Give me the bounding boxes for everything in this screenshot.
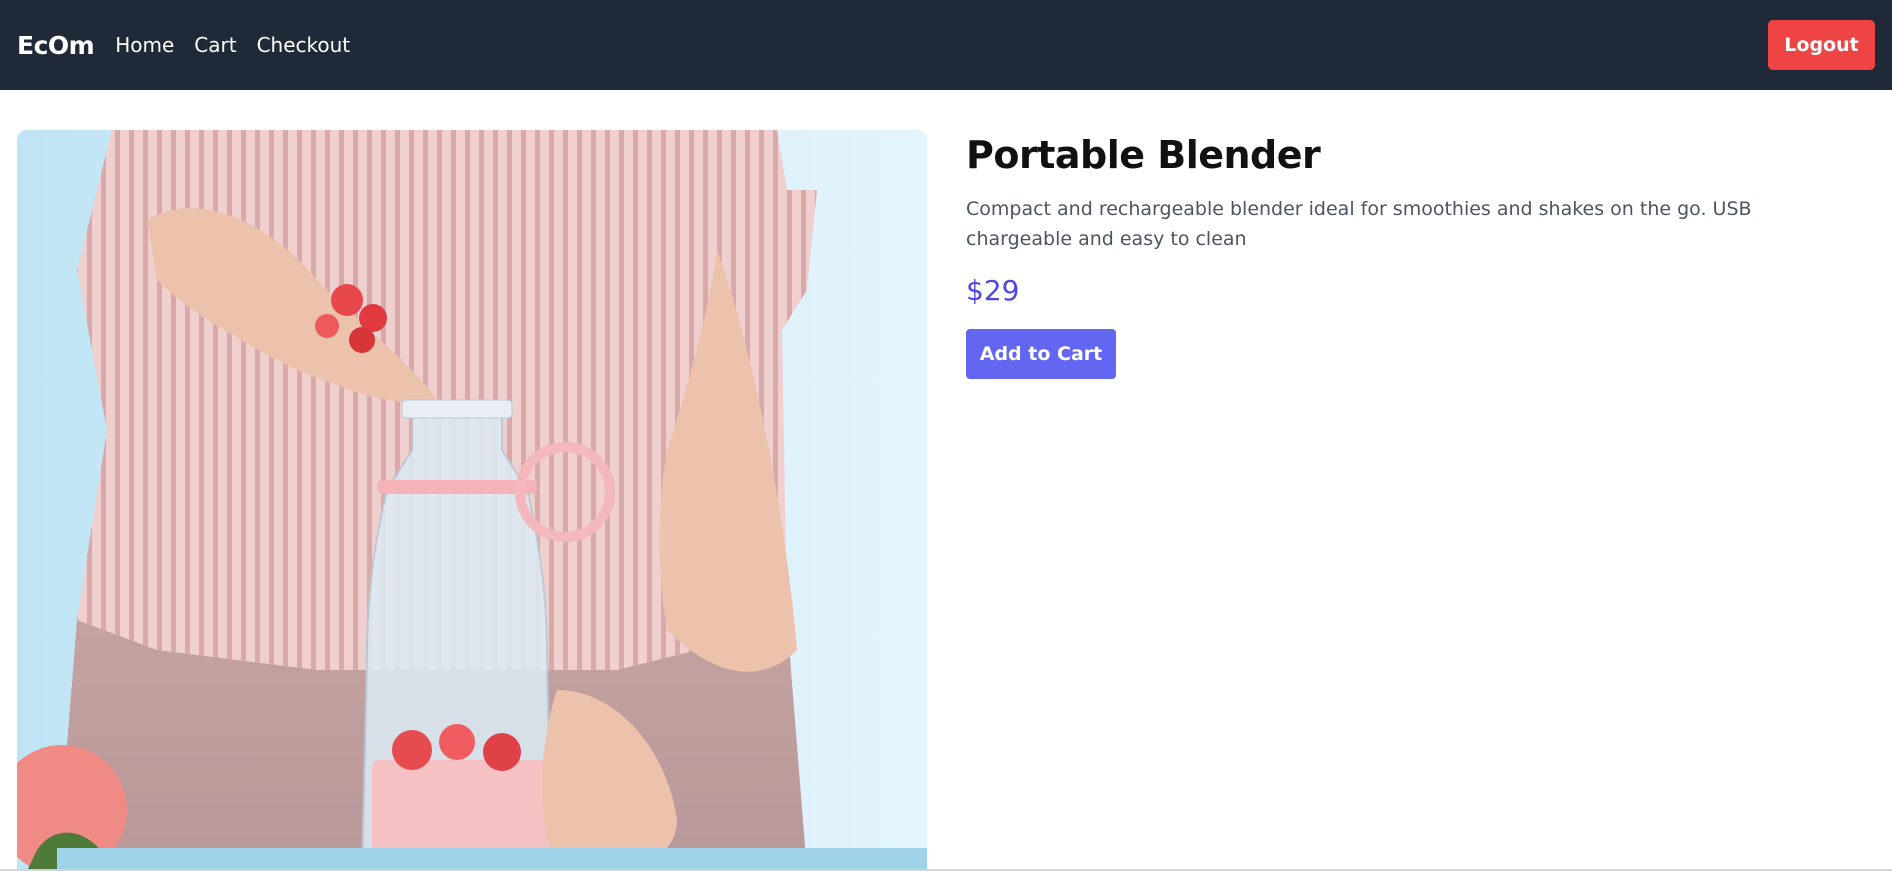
navbar: EcOm Home Cart Checkout Logout (0, 0, 1892, 90)
nav-link-home[interactable]: Home (115, 33, 174, 57)
nav-link-checkout[interactable]: Checkout (257, 33, 351, 57)
add-to-cart-button[interactable]: Add to Cart (966, 329, 1116, 379)
logout-button[interactable]: Logout (1768, 20, 1875, 70)
brand-logo[interactable]: EcOm (17, 31, 95, 60)
nav-link-cart[interactable]: Cart (194, 33, 236, 57)
product-photo (17, 130, 927, 871)
product-title: Portable Blender (966, 133, 1321, 177)
product-image (17, 130, 927, 871)
product-details: Portable Blender Compact and rechargeabl… (966, 130, 1846, 379)
nav-left: EcOm Home Cart Checkout (17, 31, 370, 60)
product-description: Compact and rechargeable blender ideal f… (966, 198, 1752, 250)
product-price: $29 (966, 274, 1020, 307)
